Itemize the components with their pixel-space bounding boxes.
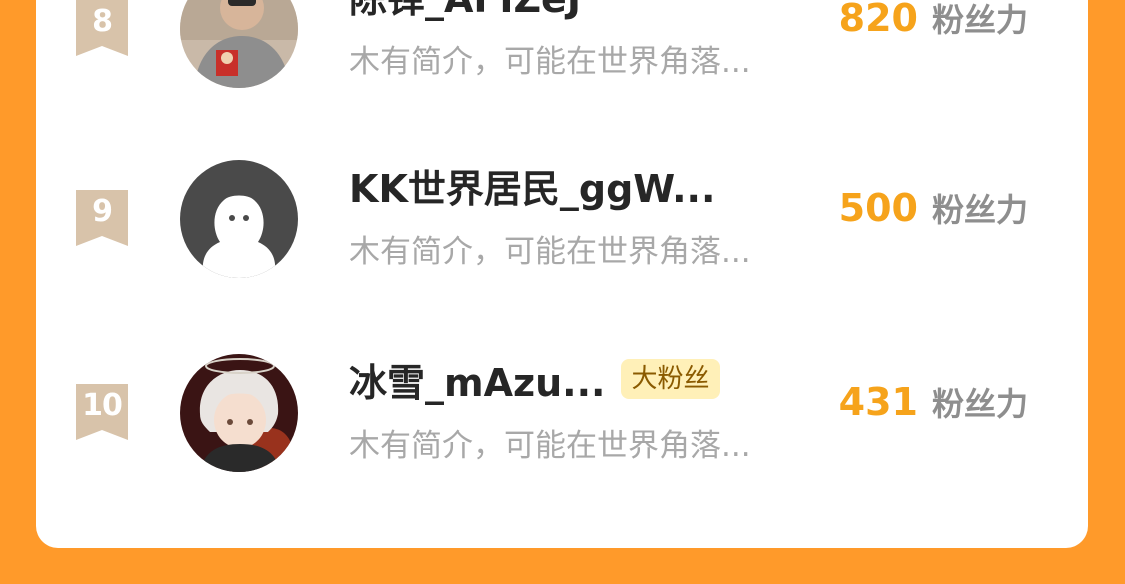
user-name[interactable]: 冰雪_mAzu... — [349, 352, 605, 407]
fan-power-score: 500 粉丝力 — [839, 178, 1028, 238]
ranking-row[interactable]: 9 KK世界居民_ggW... 木有简介，可能在世界角落... 500 粉丝力 — [36, 138, 1088, 298]
user-avatar[interactable] — [180, 0, 298, 88]
rank-ribbon: 9 — [76, 190, 128, 246]
fan-power-value: 431 — [838, 380, 918, 424]
fan-power-unit: 粉丝力 — [931, 385, 1028, 423]
rank-ribbon: 8 — [76, 0, 128, 56]
fan-power-unit: 粉丝力 — [931, 1, 1028, 39]
user-name-line: KK世界居民_ggW... — [349, 158, 715, 212]
rank-number: 10 — [82, 388, 123, 423]
fan-power-unit: 粉丝力 — [931, 191, 1028, 229]
ranking-row[interactable]: 8 陈铎_AFIZeJ 木有简介，可能在世界角落... 820 粉丝力 — [36, 0, 1088, 108]
user-name[interactable]: 陈铎_AFIZeJ — [349, 0, 581, 23]
big-fan-badge: 大粉丝 — [621, 359, 720, 399]
user-name-line: 陈铎_AFIZeJ — [349, 0, 581, 22]
rank-ribbon: 10 — [76, 384, 128, 440]
fan-ranking-card: 8 陈铎_AFIZeJ 木有简介，可能在世界角落... 820 粉丝力 — [36, 0, 1088, 548]
rank-number: 9 — [92, 194, 113, 229]
user-name[interactable]: KK世界居民_ggW... — [349, 158, 715, 213]
user-bio: 木有简介，可能在世界角落... — [349, 234, 751, 270]
user-bio: 木有简介，可能在世界角落... — [349, 428, 751, 464]
user-bio: 木有简介，可能在世界角落... — [349, 44, 751, 80]
fan-power-value: 820 — [838, 0, 918, 40]
fan-power-value: 500 — [838, 186, 918, 230]
fan-power-score: 431 粉丝力 — [839, 372, 1028, 432]
fan-power-score: 820 粉丝力 — [839, 0, 1028, 48]
default-avatar-icon[interactable] — [180, 160, 298, 278]
ranking-row[interactable]: 10 冰雪_mAzu... 大粉丝 木有简介，可能在世界角落... 431 粉丝… — [36, 332, 1088, 492]
rank-number: 8 — [92, 4, 113, 39]
user-avatar[interactable] — [180, 354, 298, 472]
user-name-line: 冰雪_mAzu... 大粉丝 — [349, 352, 720, 406]
